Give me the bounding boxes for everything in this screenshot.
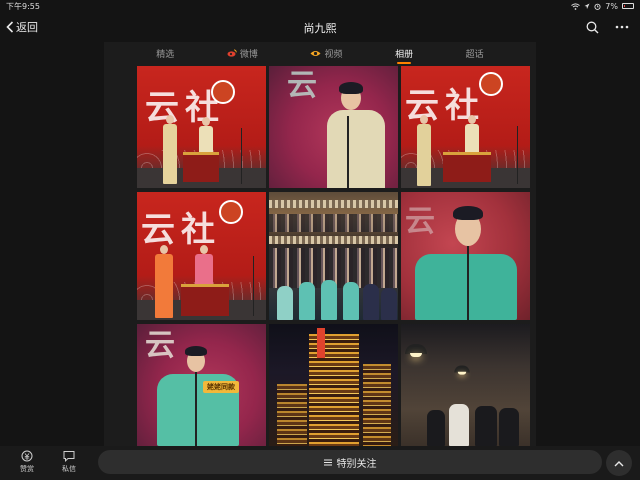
performer-figure: [277, 286, 293, 320]
photo-thumbnail[interactable]: [401, 324, 530, 446]
performer-figure: [155, 245, 173, 318]
performer-figure: [417, 115, 431, 186]
status-time: 下午9:55: [6, 1, 40, 11]
battery-icon: [622, 3, 634, 9]
mic-stand: [195, 372, 197, 446]
photo-thumbnail[interactable]: 云社: [401, 66, 530, 188]
tab-super-topic[interactable]: 超话: [466, 42, 484, 64]
pendant-lamp: [454, 365, 470, 375]
message-button[interactable]: 私信: [62, 450, 76, 474]
nav-actions: [584, 19, 630, 35]
message-icon: [63, 451, 75, 462]
theater-balcony: [269, 236, 398, 244]
performer-body: [327, 110, 385, 188]
photo-thumbnail[interactable]: 云: [269, 66, 398, 188]
stage-calligraphy: 云社: [141, 210, 221, 250]
battery-percent: 7%: [605, 1, 618, 11]
page-title: 尚九熙: [303, 22, 337, 35]
photo-thumbnail[interactable]: [269, 324, 398, 446]
tab-label: 视频: [324, 49, 343, 60]
performer-hair: [453, 206, 483, 220]
weibo-icon: [227, 49, 237, 57]
backdrop-cloud: 云: [405, 204, 435, 239]
tab-album[interactable]: 相册: [395, 42, 413, 64]
menu-lines-icon: [323, 459, 332, 465]
stage-table: [181, 284, 229, 316]
mic-stand: [517, 126, 518, 184]
search-icon: [586, 21, 598, 33]
backdrop-cloud: 云: [145, 328, 175, 363]
performer-figure: [343, 282, 359, 320]
tab-label: 超话: [465, 49, 484, 60]
more-button[interactable]: [614, 19, 630, 35]
building-sign: [317, 328, 325, 358]
stage-seal: [219, 200, 243, 224]
more-dots-icon: [615, 25, 629, 29]
pendant-lamp: [405, 344, 427, 357]
tab-label: 精选: [156, 49, 175, 60]
lit-building: [277, 384, 307, 446]
photo-grid: 云社 云 云社 云社 云 云 姥姥同款: [137, 66, 530, 446]
photo-thumbnail[interactable]: 云社: [137, 66, 266, 188]
person-figure: [475, 406, 497, 446]
mic-stand: [241, 128, 242, 184]
status-right: 7%: [571, 2, 634, 11]
status-bar: 下午9:55 7%: [0, 0, 640, 12]
chevron-up-icon: [614, 460, 624, 466]
tab-weibo[interactable]: 微博: [227, 42, 258, 64]
performer-figure: [363, 284, 379, 320]
alarm-icon: [594, 3, 601, 10]
reward-button[interactable]: 赞赏: [20, 450, 34, 474]
video-eye-icon: [310, 50, 321, 56]
lit-building: [363, 364, 391, 446]
theater-balcony: [269, 200, 398, 208]
profile-content: 精选 微博 视频 相册 超话 云社 云 云社 云社 云 云 姥姥同款: [104, 42, 536, 446]
reward-icon: [21, 450, 33, 462]
profile-tabs: 精选 微博 视频 相册 超话: [104, 42, 536, 64]
stage-seal: [479, 72, 503, 96]
search-button[interactable]: [584, 19, 600, 35]
performer-hair: [185, 346, 207, 356]
performer-figure: [381, 288, 397, 320]
performer-figure: [321, 280, 337, 320]
theater-crowd: [269, 214, 398, 232]
mic-stand: [347, 116, 349, 188]
nav-bar: 返回 尚九熙: [0, 12, 640, 42]
backdrop-cloud: 云: [287, 68, 317, 103]
performer-hair: [339, 82, 363, 94]
photo-thumbnail[interactable]: 云: [401, 192, 530, 320]
photo-thumbnail[interactable]: 云 姥姥同款: [137, 324, 266, 446]
location-icon: [584, 3, 590, 9]
sticker-label: 姥姥同款: [203, 381, 239, 393]
special-follow-button[interactable]: 特别关注: [98, 450, 602, 474]
scroll-to-top-button[interactable]: [606, 450, 632, 476]
stage-seal: [211, 80, 235, 104]
bottom-toolbar: 赞赏 私信 特别关注: [0, 446, 640, 480]
person-figure: [499, 408, 519, 446]
special-follow-label: 特别关注: [336, 458, 377, 470]
tab-video[interactable]: 视频: [310, 42, 342, 64]
reward-label: 赞赏: [20, 465, 34, 473]
tab-featured[interactable]: 精选: [156, 42, 174, 64]
stage-table: [183, 152, 219, 182]
photo-thumbnail[interactable]: [269, 192, 398, 320]
stage-table: [443, 152, 491, 182]
mic-stand: [253, 256, 254, 316]
wifi-icon: [571, 2, 581, 10]
app-root: 下午9:55 7% 返回 尚九熙 精选 微博 视频 相册 超话 云社 云 云社 …: [0, 0, 640, 480]
performer-figure: [163, 115, 177, 184]
performer-figure: [299, 282, 315, 320]
message-label: 私信: [62, 465, 76, 473]
person-figure: [427, 410, 445, 446]
person-figure: [449, 404, 469, 446]
performer-body: [415, 254, 517, 320]
tab-label: 微博: [239, 49, 258, 60]
mic-stand: [467, 246, 469, 320]
tab-label: 相册: [395, 49, 414, 60]
photo-thumbnail[interactable]: 云社: [137, 192, 266, 320]
performer-figure: [195, 245, 213, 286]
